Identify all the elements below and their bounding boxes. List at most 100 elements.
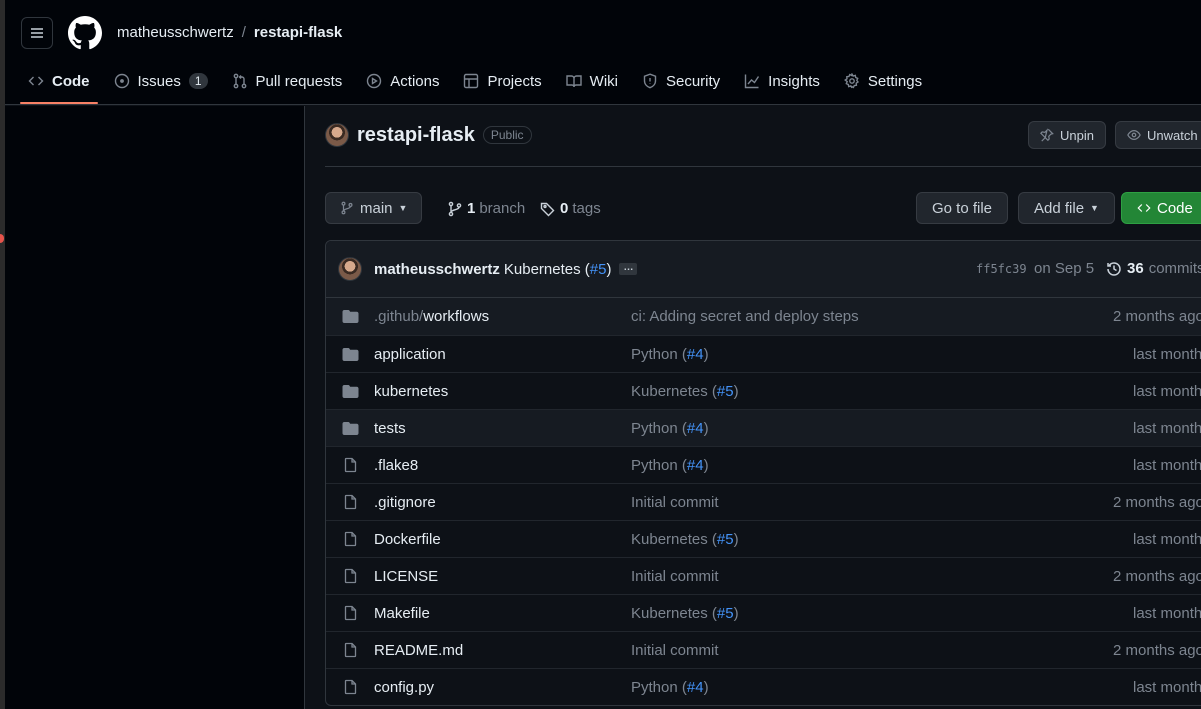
tab-label: Insights <box>768 72 820 90</box>
branch-select-button[interactable]: main ▼ <box>325 192 423 224</box>
header-divider <box>325 166 1201 167</box>
file-commit-age: 2 months ago <box>1113 494 1201 511</box>
file-commit-text: Python ( <box>631 420 687 437</box>
file-row[interactable]: Dockerfile Kubernetes (#5) last month <box>326 520 1201 557</box>
file-commit-pr-link[interactable]: #5 <box>717 383 734 400</box>
tab-actions[interactable]: Actions <box>358 62 447 100</box>
file-commit-age: last month <box>1133 457 1201 474</box>
tab-label: Settings <box>867 72 923 90</box>
tab-insights[interactable]: Insights <box>736 62 828 100</box>
file-name-link[interactable]: .gitignore <box>374 494 436 511</box>
commit-message[interactable]: Kubernetes (#5) <box>504 261 612 278</box>
unwatch-button[interactable]: Unwatch <box>1114 121 1201 149</box>
file-commit-message[interactable]: Python (#4) <box>631 679 709 696</box>
file-commit-message[interactable]: Initial commit <box>631 494 719 511</box>
file-row[interactable]: Makefile Kubernetes (#5) last month <box>326 594 1201 631</box>
file-name-link[interactable]: .flake8 <box>374 457 418 474</box>
repo-nav-tabs: Code Issues 1 Pull requests Actions Proj… <box>20 62 938 104</box>
file-commit-message[interactable]: Initial commit <box>631 642 719 659</box>
file-commit-pr-link[interactable]: #5 <box>717 605 734 622</box>
folder-icon <box>342 310 359 323</box>
file-commit-message[interactable]: ci: Adding secret and deploy steps <box>631 308 859 325</box>
branches-link[interactable]: 1 branch <box>447 200 525 217</box>
file-row[interactable]: .flake8 Python (#4) last month <box>326 446 1201 483</box>
file-name: tests <box>374 420 406 437</box>
branch-word: branch <box>479 200 526 217</box>
tags-link[interactable]: 0 tags <box>540 200 601 217</box>
folder-icon <box>342 422 359 435</box>
breadcrumb-repo-link[interactable]: restapi-flask <box>254 24 342 41</box>
tab-code[interactable]: Code <box>20 62 98 104</box>
file-row[interactable]: .github/workflows ci: Adding secret and d… <box>326 298 1201 335</box>
file-commit-message[interactable]: Python (#4) <box>631 457 709 474</box>
file-name-link[interactable]: Makefile <box>374 605 430 622</box>
commit-message-text: Kubernetes ( <box>503 260 590 278</box>
file-row[interactable]: tests Python (#4) last month <box>326 409 1201 446</box>
file-name: LICENSE <box>374 568 439 585</box>
tab-label: Code <box>52 72 90 90</box>
file-commit-message[interactable]: Python (#4) <box>631 346 709 363</box>
file-name: kubernetes <box>374 383 449 400</box>
commit-pr-link[interactable]: #5 <box>590 261 607 278</box>
file-name-link[interactable]: LICENSE <box>374 568 438 585</box>
breadcrumb-owner-link[interactable]: matheusschwertz <box>117 24 234 41</box>
commit-author[interactable]: matheusschwertz <box>374 261 500 278</box>
tab-label: Projects <box>487 72 542 90</box>
gear-icon <box>843 73 859 89</box>
file-name-link[interactable]: application <box>374 346 446 363</box>
file-row[interactable]: .gitignore Initial commit 2 months ago <box>326 483 1201 520</box>
file-commit-age: last month <box>1133 383 1201 400</box>
file-icon <box>344 642 357 658</box>
file-commit-text-end: ) <box>703 346 709 363</box>
expand-commit-button[interactable]: … <box>619 263 638 275</box>
file-commit-text: Python ( <box>631 679 687 696</box>
file-commit-text: Python ( <box>631 457 687 474</box>
file-name-link[interactable]: Dockerfile <box>374 531 441 548</box>
file-row[interactable]: config.py Python (#4) last month <box>326 668 1201 705</box>
tag-count: 0 <box>560 200 569 217</box>
file-row[interactable]: LICENSE Initial commit 2 months ago <box>326 557 1201 594</box>
file-commit-pr-link[interactable]: #4 <box>687 679 704 696</box>
file-row[interactable]: application Python (#4) last month <box>326 335 1201 372</box>
file-commit-message[interactable]: Python (#4) <box>631 420 709 437</box>
file-commit-message[interactable]: Kubernetes (#5) <box>631 531 739 548</box>
tab-pull-requests[interactable]: Pull requests <box>224 62 351 100</box>
file-commit-pr-link[interactable]: #4 <box>687 346 704 363</box>
folder-icon <box>342 348 359 361</box>
file-name-link[interactable]: tests <box>374 420 406 437</box>
file-commit-pr-link[interactable]: #5 <box>717 531 734 548</box>
file-name-link[interactable]: config.py <box>374 679 434 696</box>
file-row[interactable]: README.md Initial commit 2 months ago <box>326 631 1201 668</box>
add-file-button[interactable]: Add file ▼ <box>1018 192 1115 224</box>
tab-wiki[interactable]: Wiki <box>558 62 626 100</box>
commit-hash[interactable]: ff5fc39 <box>976 262 1027 276</box>
file-commit-message[interactable]: Kubernetes (#5) <box>631 383 739 400</box>
file-name-link[interactable]: .github/workflows <box>374 308 489 325</box>
code-icon <box>1137 204 1151 212</box>
menu-button[interactable] <box>21 17 53 49</box>
repo-name[interactable]: restapi-flask <box>357 124 475 147</box>
github-logo-icon[interactable] <box>68 16 102 50</box>
tab-issues[interactable]: Issues 1 <box>106 62 216 100</box>
file-name-link[interactable]: kubernetes <box>374 383 448 400</box>
file-commit-pr-link[interactable]: #4 <box>687 420 704 437</box>
go-to-file-button[interactable]: Go to file <box>916 192 1009 224</box>
commit-author-avatar[interactable] <box>338 257 362 281</box>
tab-label: Actions <box>390 72 440 90</box>
code-download-button[interactable]: Code <box>1121 192 1201 224</box>
file-commit-message[interactable]: Initial commit <box>631 568 719 585</box>
file-commit-text-end: ) <box>733 605 739 622</box>
repo-actions: Unpin Unwatch <box>1028 121 1201 149</box>
file-name-link[interactable]: README.md <box>374 642 463 659</box>
tab-label: Wiki <box>589 72 618 90</box>
commits-count-link[interactable]: 36 commits <box>1106 260 1201 277</box>
file-row[interactable]: kubernetes Kubernetes (#5) last month <box>326 372 1201 409</box>
file-commit-pr-link[interactable]: #4 <box>687 457 704 474</box>
file-commit-message[interactable]: Kubernetes (#5) <box>631 605 739 622</box>
file-icon <box>344 605 357 621</box>
unpin-button[interactable]: Unpin <box>1028 121 1106 149</box>
tab-security[interactable]: Security <box>634 62 728 100</box>
tab-projects[interactable]: Projects <box>455 62 549 100</box>
owner-avatar[interactable] <box>325 123 349 147</box>
tab-settings[interactable]: Settings <box>836 62 930 100</box>
